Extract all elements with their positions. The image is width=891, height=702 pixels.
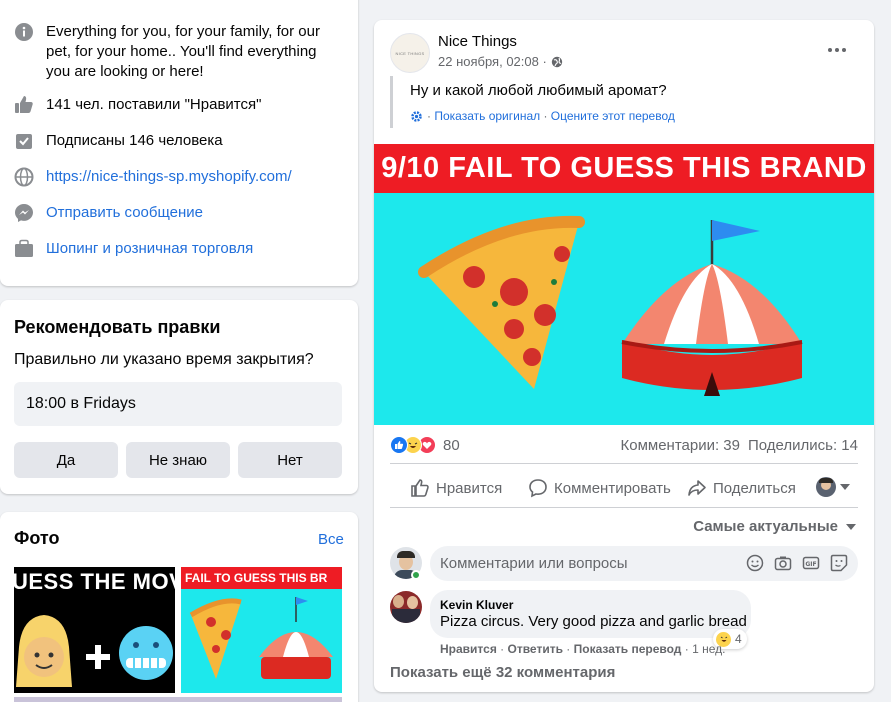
reactions-summary[interactable]: 80 xyxy=(390,436,460,454)
camera-icon[interactable] xyxy=(774,554,792,577)
comment-like-link[interactable]: Нравится xyxy=(440,642,497,656)
about-likes: 141 чел. поставили "Нравится" xyxy=(46,96,262,113)
gear-icon[interactable] xyxy=(410,110,423,123)
share-arrow-icon xyxy=(688,480,706,496)
online-indicator xyxy=(411,570,421,580)
page-name[interactable]: Nice Things xyxy=(438,33,517,50)
about-category-row: Шопинг и розничная торговля xyxy=(14,239,253,259)
info-icon xyxy=(14,22,34,42)
comment-actions: Нравится · Ответить · Показать перевод ·… xyxy=(440,642,726,656)
more-dots-icon xyxy=(828,48,846,52)
comment-text: Pizza circus. Very good pizza and garlic… xyxy=(440,613,747,630)
translation-controls: · Показать оригинал · Оцените этот перев… xyxy=(410,109,675,123)
photos-title: Фото xyxy=(14,528,60,548)
sticker-icon[interactable] xyxy=(830,554,848,577)
yes-button[interactable]: Да xyxy=(14,442,118,478)
dont-know-button[interactable]: Не знаю xyxy=(126,442,230,478)
suggest-edits-title: Рекомендовать правки xyxy=(14,317,221,337)
shopping-bag-icon xyxy=(14,239,34,259)
like-reaction-icon xyxy=(390,436,408,454)
comment-author[interactable]: Kevin Kluver xyxy=(440,598,513,612)
caret-down-icon xyxy=(840,484,850,490)
selector-avatar xyxy=(816,477,836,497)
about-followers-row: Подписаны 146 человека xyxy=(14,131,223,151)
about-description: Everything for you, for your family, for… xyxy=(46,23,320,80)
comment-button[interactable]: Комментировать xyxy=(528,478,671,498)
svg-text:GIF: GIF xyxy=(805,561,816,568)
translation-border xyxy=(390,76,393,128)
shares-count[interactable]: Поделились: 14 xyxy=(748,437,858,454)
pizza-and-circus-tent-emoji xyxy=(418,215,803,396)
divider-bottom xyxy=(390,507,858,508)
share-button-label: Поделиться xyxy=(713,479,796,497)
comment-reaction-count: 4 xyxy=(735,632,742,646)
about-message-row: Отправить сообщение xyxy=(14,203,203,223)
photos-all-link[interactable]: Все xyxy=(318,531,344,548)
pizza-circus-thumbnail xyxy=(189,597,333,679)
photo-thumb-row2 xyxy=(14,697,342,702)
rate-translation-link[interactable]: Оцените этот перевод xyxy=(551,109,675,123)
comment-input-placeholder: Комментарии или вопросы xyxy=(440,555,628,572)
like-button[interactable]: Нравится xyxy=(410,478,502,498)
gif-icon[interactable]: GIF xyxy=(802,554,820,577)
emoji-icon[interactable] xyxy=(746,554,764,577)
comments-count[interactable]: Комментарии: 39 xyxy=(621,437,741,454)
post-meta: 22 ноября, 02:08 · xyxy=(438,54,563,69)
engagement-counts: Комментарии: 39 Поделились: 14 xyxy=(621,437,859,454)
no-button[interactable]: Нет xyxy=(238,442,342,478)
comment-input-tools: GIF xyxy=(746,554,848,577)
show-original-link[interactable]: Показать оригинал xyxy=(434,109,540,123)
closing-time-field[interactable]: 18:00 в Fridays xyxy=(14,382,342,426)
messenger-icon xyxy=(14,203,34,223)
reaction-author-selector[interactable] xyxy=(816,477,850,497)
about-website-row: https://nice-things-sp.myshopify.com/ xyxy=(14,167,292,187)
post-date[interactable]: 22 ноября, 02:08 · xyxy=(438,54,547,69)
post-text: Ну и какой любой любимый аромат? xyxy=(410,82,667,99)
comment-reply-link[interactable]: Ответить xyxy=(508,642,563,656)
page-avatar[interactable]: NICE THINGS xyxy=(390,33,430,73)
category-link[interactable]: Шопинг и розничная торговля xyxy=(46,239,253,259)
post-image[interactable]: 9/10 FAIL TO GUESS THIS BRAND xyxy=(374,144,874,425)
like-outline-icon xyxy=(411,479,429,497)
followers-check-icon xyxy=(14,131,34,151)
globe-icon xyxy=(14,167,34,187)
like-button-label: Нравится xyxy=(436,479,503,497)
comment-time[interactable]: 1 нед. xyxy=(692,642,725,656)
reactions-count: 80 xyxy=(443,436,460,454)
closing-time-value: 18:00 в Fridays xyxy=(26,395,136,412)
show-more-comments[interactable]: Показать ещё 32 комментария xyxy=(390,664,615,681)
divider-top xyxy=(390,463,858,464)
sort-comments-label: Самые актуальные xyxy=(693,518,838,535)
comment-button-label: Комментировать xyxy=(554,479,671,497)
suggest-edits-question: Правильно ли указано время закрытия? xyxy=(14,351,314,368)
about-website-link[interactable]: https://nice-things-sp.myshopify.com/ xyxy=(46,167,292,187)
comment-icon xyxy=(529,479,547,498)
emoji-face-plus-cold-face xyxy=(16,615,173,687)
thumbs-up-icon xyxy=(14,95,34,115)
about-likes-row: 141 чел. поставили "Нравится" xyxy=(14,95,261,115)
page-avatar-logo-text: NICE THINGS xyxy=(395,50,425,56)
sort-comments[interactable]: Самые актуальные xyxy=(693,518,856,535)
photo-thumb-2[interactable]: FAIL TO GUESS THIS BR xyxy=(181,567,342,693)
sort-caret-icon xyxy=(846,523,856,530)
commenter-avatar[interactable] xyxy=(390,591,422,623)
share-button[interactable]: Поделиться xyxy=(687,478,796,498)
about-followers: Подписаны 146 человека xyxy=(46,132,223,149)
about-description-row: Everything for you, for your family, for… xyxy=(14,22,344,82)
public-globe-icon xyxy=(551,56,563,68)
send-message-link[interactable]: Отправить сообщение xyxy=(46,203,203,223)
comment-translation-link[interactable]: Показать перевод xyxy=(574,642,682,656)
photo-thumb-1[interactable]: UESS THE MOV xyxy=(14,567,175,693)
post-options-button[interactable] xyxy=(828,40,852,60)
